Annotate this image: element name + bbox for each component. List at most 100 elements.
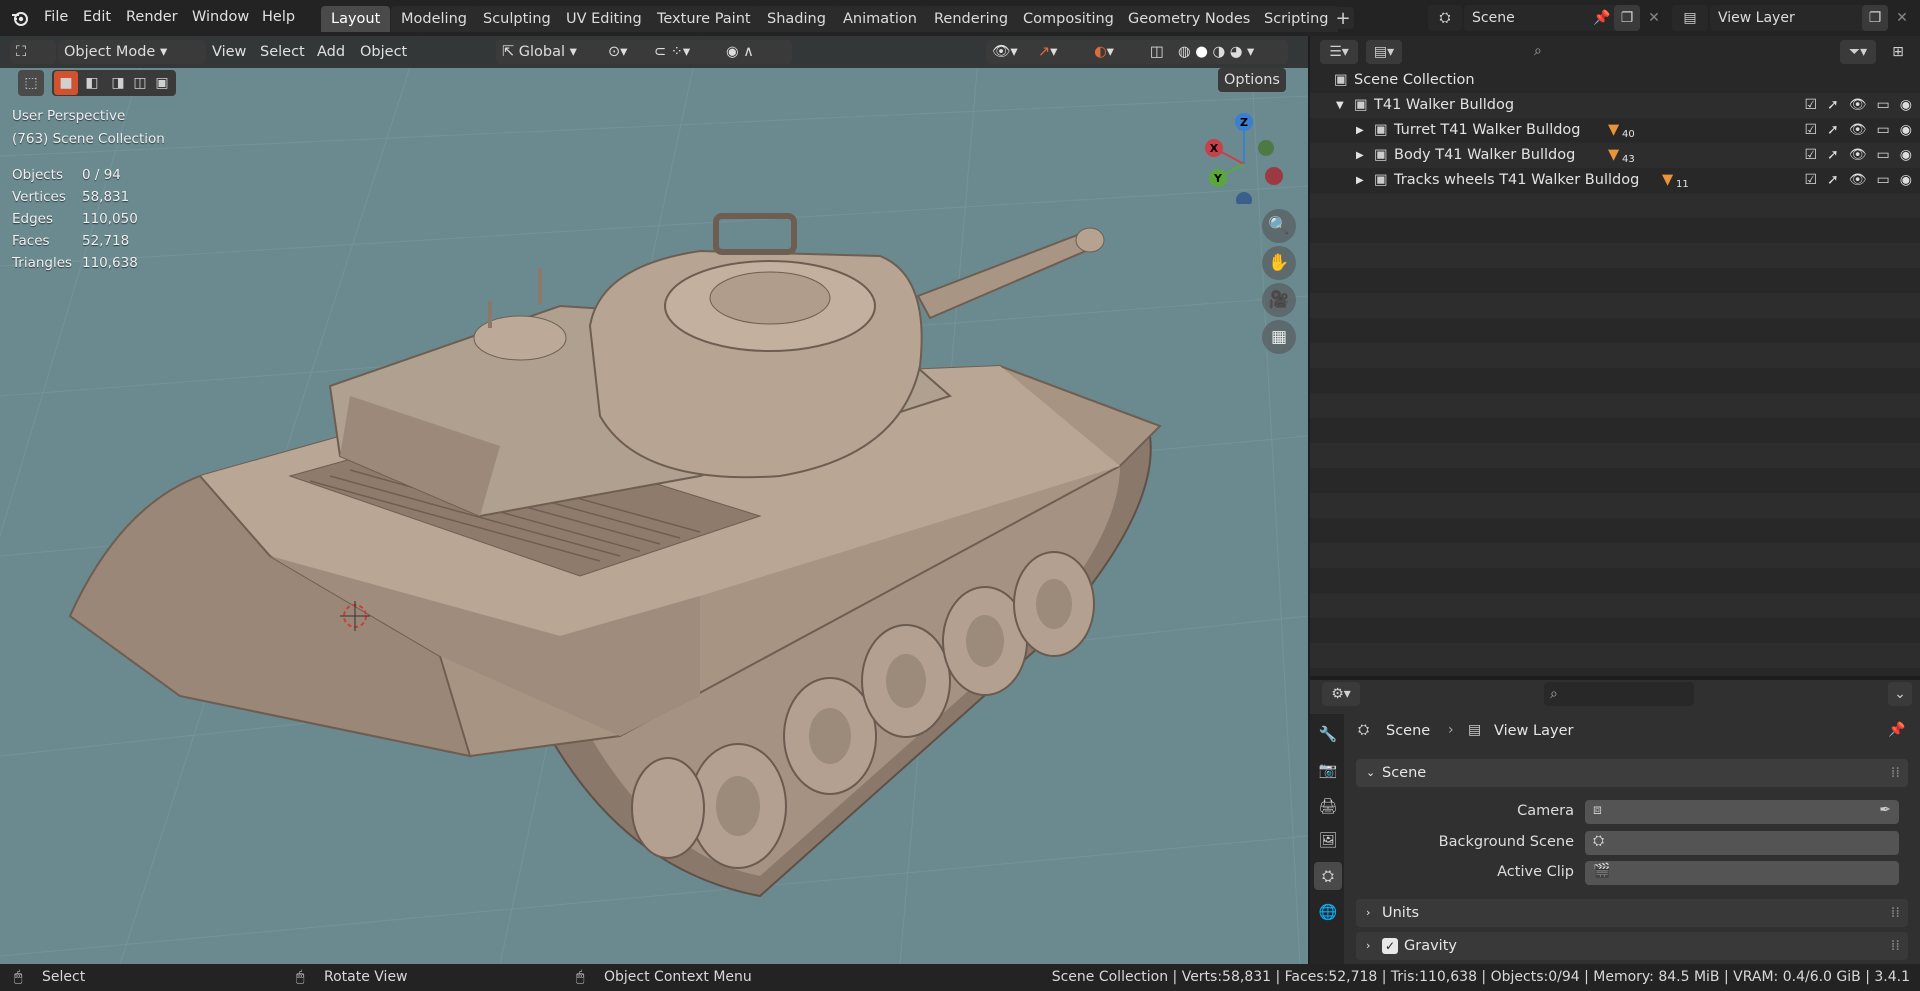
gizmo-z-label: Z	[1240, 116, 1248, 129]
tab-animation[interactable]: Animation	[833, 6, 927, 32]
snap-icon[interactable]: ⊂ ⁘▾	[648, 40, 724, 64]
menu-select[interactable]: Select	[256, 40, 309, 64]
gizmo-toggle-icon[interactable]: ↗▾	[1032, 40, 1094, 64]
3d-viewport[interactable]: User Perspective (763) Scene Collection …	[0, 36, 1308, 964]
menu-help[interactable]: Help	[256, 6, 301, 28]
tab-compositing[interactable]: Compositing	[1013, 6, 1124, 32]
units-panel-title: Units	[1382, 905, 1420, 921]
scene-panel-header[interactable]: ⌄ Scene ⁞⁞	[1356, 759, 1908, 787]
menu-view[interactable]: View	[208, 40, 250, 64]
tab-rendering[interactable]: Rendering	[924, 6, 1019, 32]
tab-sculpting[interactable]: Sculpting	[473, 6, 561, 32]
menu-edit[interactable]: Edit	[77, 6, 117, 28]
new-scene-icon[interactable]: ❐	[1614, 5, 1640, 31]
view-layer-name-field[interactable]: View Layer	[1710, 5, 1868, 31]
overlays-icon[interactable]: ◐▾	[1088, 40, 1150, 64]
new-view-layer-icon[interactable]: ❐	[1862, 5, 1888, 31]
pin-icon[interactable]: 📌	[1888, 722, 1905, 738]
tab-shading[interactable]: Shading	[757, 6, 836, 32]
pivot-point-icon[interactable]: ⊙▾	[602, 40, 652, 64]
outliner-item-turret[interactable]: ▶ ▣ Turret T41 Walker Bulldog ▼ 40 ☑ ➚ 👁 ▭ ◉	[1310, 118, 1920, 143]
mode-dropdown[interactable]: Object Mode ▾	[58, 40, 206, 64]
view-layer-tab-icon[interactable]: 🖼	[1314, 826, 1342, 854]
tank-model[interactable]	[68, 213, 1162, 898]
pan-hand-icon[interactable]: ✋	[1262, 246, 1296, 280]
properties-editor-icon[interactable]: ⚙▾	[1322, 682, 1360, 706]
outliner-editor-icon[interactable]: ☰▾	[1320, 40, 1358, 64]
outliner-row-toggles[interactable]: ☑ ➚ 👁 ▭ ◉	[1804, 93, 1912, 118]
outliner-item-body[interactable]: ▶ ▣ Body T41 Walker Bulldog ▼ 43 ☑ ➚ 👁 ▭ ◉	[1310, 143, 1920, 168]
checkbox-icon: ☑	[1804, 97, 1818, 113]
outliner-item-label: Tracks wheels T41 Walker Bulldog	[1394, 172, 1640, 188]
remove-view-layer-icon[interactable]: ✕	[1890, 5, 1914, 31]
properties-search-input[interactable]: ⌕	[1544, 682, 1694, 706]
menu-render[interactable]: Render	[120, 6, 184, 28]
tab-modeling[interactable]: Modeling	[391, 6, 477, 32]
top-bar: File Edit Render Window Help Layout Mode…	[0, 0, 1920, 36]
collapse-chevron-icon[interactable]: ⌄	[1888, 682, 1912, 706]
tool-tab-icon[interactable]: 🔧	[1314, 720, 1342, 748]
world-tab-icon[interactable]: 🌐	[1314, 898, 1342, 926]
expand-arrow-icon[interactable]: ▶	[1356, 168, 1364, 193]
outliner-root-row[interactable]: ▣ Scene Collection	[1310, 68, 1920, 93]
expand-arrow-icon[interactable]: ▶	[1356, 143, 1364, 168]
pin-icon[interactable]: 📌	[1592, 8, 1612, 28]
drag-handle-icon[interactable]: ⁞⁞	[1891, 759, 1900, 787]
filter-icon[interactable]: ⏷▾	[1840, 40, 1876, 64]
tab-scripting[interactable]: Scripting	[1254, 6, 1339, 32]
blender-logo-icon[interactable]	[8, 7, 32, 29]
outliner-row-toggles[interactable]: ☑ ➚ 👁 ▭ ◉	[1804, 168, 1912, 193]
select-invert-icon[interactable]: ◫	[128, 71, 152, 95]
display-mode-icon[interactable]: ▤▾	[1366, 40, 1402, 64]
proportional-edit-icon[interactable]: ◉ ∧	[720, 40, 792, 64]
gravity-checkbox[interactable]: ✓	[1382, 938, 1398, 954]
active-clip-label: Active Clip	[1497, 864, 1574, 880]
add-workspace-button[interactable]: +	[1332, 7, 1354, 29]
output-tab-icon[interactable]: 🖨	[1314, 792, 1342, 820]
select-intersect-icon[interactable]: ▣	[150, 71, 174, 95]
units-panel-header[interactable]: › Units ⁞⁞	[1356, 899, 1908, 927]
gravity-panel-header[interactable]: › ✓ Gravity ⁞⁞	[1356, 932, 1908, 960]
ortho-grid-icon[interactable]: ▦	[1262, 320, 1296, 354]
outliner-empty-row	[1310, 593, 1920, 618]
options-dropdown[interactable]: Options	[1218, 68, 1286, 92]
select-new-icon[interactable]: ■	[54, 71, 78, 95]
menu-add[interactable]: Add	[313, 40, 349, 64]
expand-arrow-icon[interactable]: ▼	[1336, 93, 1344, 118]
camera-field[interactable]: ⧈ ✒	[1585, 800, 1899, 824]
navigation-gizmo[interactable]: Z X Y	[1196, 108, 1292, 204]
view-layer-selector-icon[interactable]: ▤	[1672, 5, 1708, 31]
drag-handle-icon[interactable]: ⁞⁞	[1891, 932, 1900, 960]
transform-orientation-dropdown[interactable]: ⇱ Global ▾	[496, 40, 606, 64]
outliner-item-tracks[interactable]: ▶ ▣ Tracks wheels T41 Walker Bulldog ▼ 1…	[1310, 168, 1920, 193]
expand-arrow-icon[interactable]: ▶	[1356, 118, 1364, 143]
select-subtract-icon[interactable]: ◨	[106, 71, 130, 95]
outliner-item-t41-walker-bulldog[interactable]: ▼ ▣ T41 Walker Bulldog ☑ ➚ 👁 ▭ ◉	[1310, 93, 1920, 118]
shading-modes[interactable]: ◍ ● ◑ ◕ ▾	[1172, 40, 1288, 64]
menu-window[interactable]: Window	[186, 6, 255, 28]
outliner-row-toggles[interactable]: ☑ ➚ 👁 ▭ ◉	[1804, 143, 1912, 168]
render-tab-icon[interactable]: 📷	[1314, 756, 1342, 784]
tab-uv-editing[interactable]: UV Editing	[556, 6, 652, 32]
menu-object[interactable]: Object	[356, 40, 411, 64]
menu-file[interactable]: File	[38, 6, 74, 28]
breadcrumb-scene: Scene	[1386, 723, 1431, 739]
editor-type-icon[interactable]: ⛶	[10, 40, 56, 64]
background-scene-field[interactable]: ⛭	[1585, 831, 1899, 855]
camera-view-icon[interactable]: 🎥	[1262, 283, 1296, 317]
tab-layout[interactable]: Layout	[321, 6, 391, 32]
select-tool-icon[interactable]: ⬚	[18, 70, 44, 96]
scene-tab-icon[interactable]: ⛭	[1314, 862, 1342, 890]
eyedropper-icon[interactable]: ✒	[1879, 802, 1891, 818]
tab-geometry-nodes[interactable]: Geometry Nodes	[1118, 6, 1261, 32]
active-clip-field[interactable]: 🎬	[1585, 861, 1899, 885]
zoom-icon[interactable]: 🔍	[1262, 209, 1296, 243]
scene-selector-icon[interactable]: ⛭	[1428, 5, 1462, 31]
outliner-search-input[interactable]: ⌕	[1528, 39, 1678, 63]
tab-texture-paint[interactable]: Texture Paint	[647, 6, 761, 32]
drag-handle-icon[interactable]: ⁞⁞	[1891, 899, 1900, 927]
remove-scene-icon[interactable]: ✕	[1642, 5, 1666, 31]
outliner-row-toggles[interactable]: ☑ ➚ 👁 ▭ ◉	[1804, 118, 1912, 143]
new-collection-icon[interactable]: ⊞	[1886, 40, 1910, 64]
select-extend-icon[interactable]: ◧	[80, 71, 104, 95]
